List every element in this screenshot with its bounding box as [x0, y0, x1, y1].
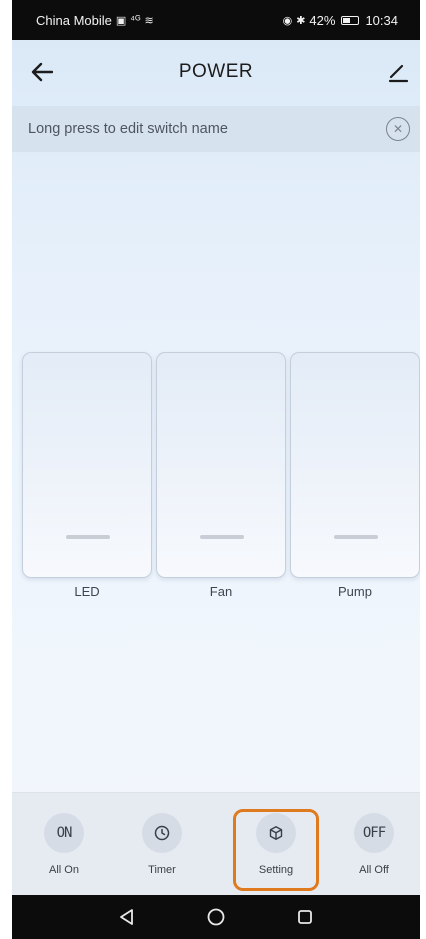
clock-icon [154, 825, 170, 841]
nav-home-button[interactable] [204, 905, 228, 929]
triangle-back-icon [119, 909, 133, 925]
cube-icon [269, 826, 283, 840]
switch-indicator [66, 535, 110, 539]
timer-label: Timer [148, 864, 176, 876]
hint-text: Long press to edit switch name [28, 121, 228, 137]
all-on-label: All On [49, 864, 79, 876]
battery-percent: 42% [309, 12, 336, 28]
switch-label-pump: Pump [338, 584, 372, 599]
nav-back-button[interactable] [115, 905, 139, 929]
back-button[interactable] [26, 56, 58, 88]
nav-recent-button[interactable] [293, 905, 317, 929]
timer-button[interactable]: Timer [120, 813, 204, 893]
pencil-icon [388, 64, 409, 83]
wifi-icon: ≋ [144, 14, 154, 27]
battery-icon [341, 15, 360, 25]
setting-button[interactable]: Setting [233, 809, 319, 891]
on-icon: ON [44, 813, 84, 853]
close-icon: ✕ [392, 122, 404, 136]
switch-indicator [334, 535, 378, 539]
app-content: POWER Long press to edit switch name ✕ L… [12, 40, 420, 895]
setting-label: Setting [258, 864, 294, 876]
phone-screen: China Mobile ▣ ⁴ᴳ ≋ ◉ ✱ 42% 10:34 POWER [12, 0, 420, 939]
switch-indicator [200, 535, 244, 539]
clock-time: 10:34 [365, 12, 398, 28]
bottom-action-bar: ON All On Timer Setting OFF All Off [12, 792, 420, 895]
switch-fan[interactable] [156, 352, 286, 578]
sim-icon: ▣ [115, 14, 127, 27]
square-recent-icon [298, 910, 313, 924]
status-right: ◉ ✱ 42% 10:34 [283, 13, 398, 28]
all-on-button[interactable]: ON All On [22, 813, 106, 893]
status-left: China Mobile ▣ ⁴ᴳ ≋ [36, 13, 154, 28]
switch-label-led: LED [74, 584, 100, 599]
all-off-label: All Off [359, 864, 389, 876]
carrier-name: China Mobile [36, 12, 112, 28]
timer-circle [142, 813, 182, 853]
off-icon: OFF [354, 813, 394, 853]
signal-icon: ⁴ᴳ [130, 14, 141, 26]
setting-circle [256, 813, 296, 853]
hint-close-button[interactable]: ✕ [386, 117, 410, 141]
hint-bar: Long press to edit switch name ✕ [12, 106, 420, 152]
arrow-left-icon [31, 62, 53, 82]
all-off-button[interactable]: OFF All Off [332, 813, 416, 893]
header: POWER [12, 40, 420, 104]
switch-pump[interactable] [290, 352, 420, 578]
status-bar: China Mobile ▣ ⁴ᴳ ≋ ◉ ✱ 42% 10:34 [12, 0, 420, 40]
edit-button[interactable] [382, 56, 414, 88]
switch-led[interactable] [22, 352, 152, 578]
circle-home-icon [207, 908, 225, 926]
bluetooth-icon: ✱ [296, 14, 306, 27]
switch-label-fan: Fan [209, 584, 233, 599]
system-nav-bar [12, 895, 420, 939]
switch-panel: LED Fan Pump [22, 352, 420, 622]
nfc-icon: ◉ [282, 14, 293, 27]
page-title: POWER [178, 61, 254, 82]
